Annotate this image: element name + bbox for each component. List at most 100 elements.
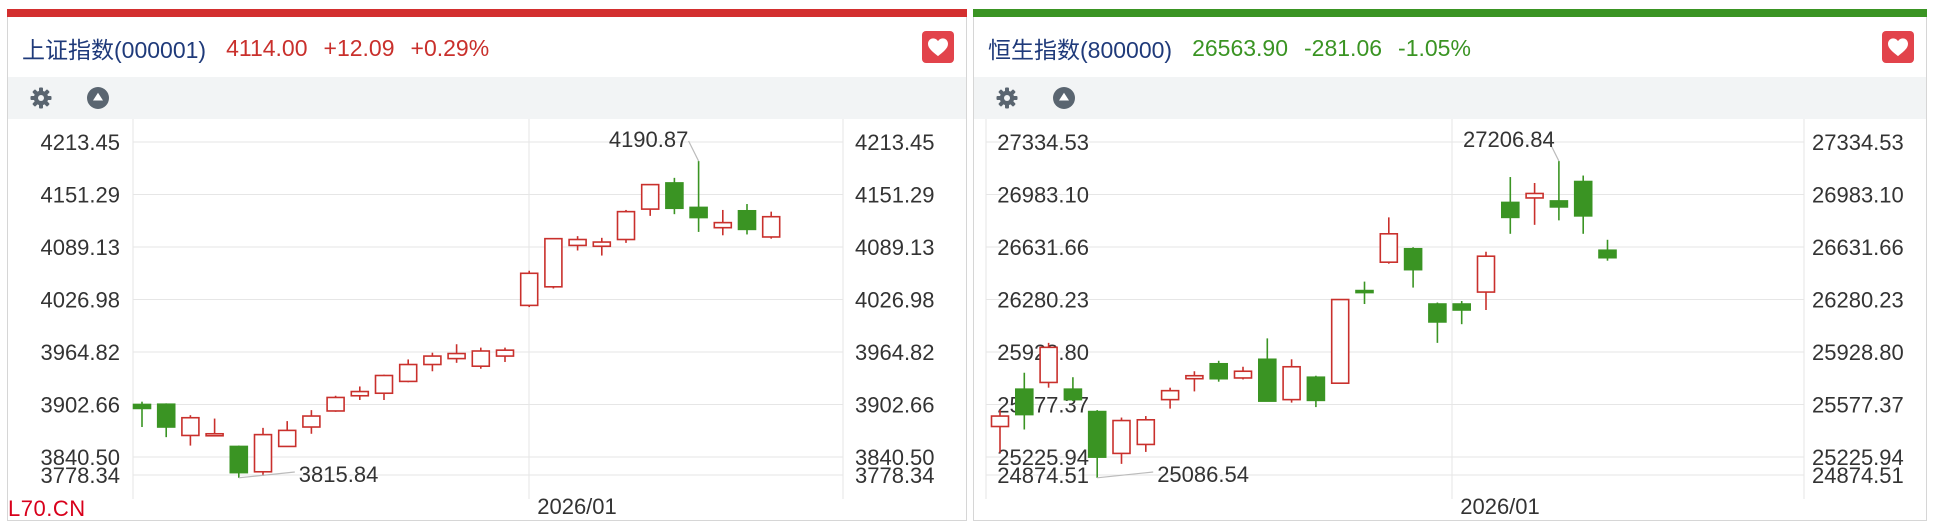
candle-body-up <box>616 210 636 241</box>
candlestick-chart: 4213.45 4213.45 4151.29 4151.29 4089.13 4089.… <box>40 119 935 519</box>
index-price: 26563.90 <box>1192 34 1289 61</box>
y-tick-label-left: 4026.98 <box>40 288 120 313</box>
y-tick-label-right: 4089.13 <box>855 235 935 260</box>
y-tick-label-left: 26983.10 <box>997 183 1089 208</box>
candle-body-down <box>156 403 176 428</box>
y-tick-label-right: 24874.51 <box>1812 463 1904 488</box>
candle-body-up <box>447 352 466 360</box>
y-tick-label-left: 3964.82 <box>40 340 120 365</box>
y-tick-label-right: 26631.66 <box>1812 235 1904 260</box>
y-tick-label-right: 27334.53 <box>1812 130 1904 155</box>
candle-body-up <box>640 183 660 210</box>
annotation-low: 3815.84 <box>299 462 379 487</box>
y-tick-label-left: 3902.66 <box>40 393 120 418</box>
candle-body-up <box>350 390 370 397</box>
y-tick-label-left: 24874.51 <box>997 463 1089 488</box>
candle-body-down <box>132 403 152 410</box>
y-tick-label-left: 4089.13 <box>40 235 120 260</box>
index-change: +12.09 <box>323 34 395 61</box>
chart-panel-hangseng: 恒生指数(800000) 26563.90 -281.06 -1.05% 273… <box>973 9 1927 521</box>
candle-body-down <box>1306 376 1326 402</box>
candle-body-down <box>1014 388 1034 416</box>
candle-body-up <box>326 396 345 412</box>
candle-body-down <box>1452 303 1472 311</box>
chart-toolbar <box>974 77 1926 119</box>
collapse-button[interactable] <box>85 85 111 111</box>
trend-bar <box>7 9 967 17</box>
favorite-button[interactable] <box>922 31 954 63</box>
y-tick-label-right: 3902.66 <box>855 393 935 418</box>
candle-body-down <box>1549 200 1569 208</box>
candle-body-down <box>1573 180 1593 217</box>
candle-body-down <box>1257 358 1277 402</box>
annotation-leader <box>688 140 700 162</box>
collapse-up-icon <box>1053 87 1075 109</box>
candlestick-chart: 27334.53 27334.53 26983.10 26983.10 26631.66… <box>985 119 1904 519</box>
y-tick-label-right: 26280.23 <box>1812 288 1904 313</box>
settings-button[interactable] <box>28 85 54 111</box>
y-tick-label-right: 3964.82 <box>855 340 935 365</box>
candle-body-up <box>495 349 515 357</box>
gear-icon <box>30 87 52 109</box>
candle-body-up <box>471 350 491 368</box>
candle-body-up <box>1525 192 1544 199</box>
index-change: -281.06 <box>1304 34 1383 61</box>
candle-body-up <box>1185 374 1204 380</box>
y-tick-label-left: 4151.29 <box>40 183 120 208</box>
candle-body-down <box>665 182 684 210</box>
heart-icon <box>928 38 948 57</box>
y-tick-label-right: 26983.10 <box>1812 183 1904 208</box>
y-tick-label-right: 3778.34 <box>855 463 935 488</box>
candle-body-up <box>544 237 563 288</box>
candle-body-down <box>229 445 249 474</box>
candle-body-up <box>205 432 224 437</box>
y-tick-label-right: 25577.37 <box>1812 393 1904 418</box>
candle-body-up <box>423 355 442 366</box>
heart-icon <box>1888 38 1908 57</box>
candle-body-up <box>398 363 418 383</box>
y-tick-label-left: 26631.66 <box>997 235 1089 260</box>
candle-body-up <box>1160 389 1180 401</box>
y-tick-label-right: 4026.98 <box>855 288 935 313</box>
annotation-high: 27206.84 <box>1463 127 1555 152</box>
candle-body-up <box>1282 365 1301 401</box>
index-price: 4114.00 <box>226 34 308 61</box>
y-tick-label-left: 26280.23 <box>997 288 1089 313</box>
annotation-high: 4190.87 <box>609 127 689 152</box>
candle-body-up <box>1039 346 1058 384</box>
index-header: 上证指数(000001) 4114.00 +12.09 +0.29% <box>22 31 505 65</box>
annotation-low: 25086.54 <box>1157 462 1249 487</box>
candle-body-down <box>1355 289 1374 294</box>
candle-body-up <box>568 238 587 247</box>
index-name[interactable]: 恒生指数(800000) <box>988 31 1172 65</box>
candle-body-up <box>1233 370 1253 379</box>
index-change-pct: +0.29% <box>410 34 490 61</box>
candle-body-up <box>302 415 321 428</box>
candle-body-up <box>181 416 200 437</box>
candle-body-up <box>990 415 1010 428</box>
settings-button[interactable] <box>994 85 1020 111</box>
candle-body-up <box>374 374 394 395</box>
candle-body-up <box>592 241 612 248</box>
watermark: L70.CN <box>8 496 86 521</box>
candle-body-up <box>1476 255 1496 293</box>
index-name[interactable]: 上证指数(000001) <box>22 31 206 65</box>
candle-body-down <box>1428 303 1447 323</box>
candle-body-down <box>737 209 757 231</box>
y-tick-label-left: 4213.45 <box>40 130 120 155</box>
gear-icon <box>996 87 1018 109</box>
candle-body-up <box>1330 298 1350 384</box>
candle-body-up <box>519 272 539 307</box>
x-tick-label: 2026/01 <box>537 494 617 519</box>
candle-body-down <box>1063 388 1083 401</box>
y-tick-label-right: 4151.29 <box>855 183 935 208</box>
index-change-pct: -1.05% <box>1398 34 1471 61</box>
collapse-button[interactable] <box>1051 85 1077 111</box>
y-tick-label-left: 3778.34 <box>40 463 120 488</box>
y-tick-label-right: 25928.80 <box>1812 340 1904 365</box>
candle-body-up <box>1379 233 1399 263</box>
candle-body-up <box>253 433 273 473</box>
favorite-button[interactable] <box>1882 31 1914 63</box>
candle-body-up <box>1112 419 1131 455</box>
index-header: 恒生指数(800000) 26563.90 -281.06 -1.05% <box>988 31 1487 65</box>
